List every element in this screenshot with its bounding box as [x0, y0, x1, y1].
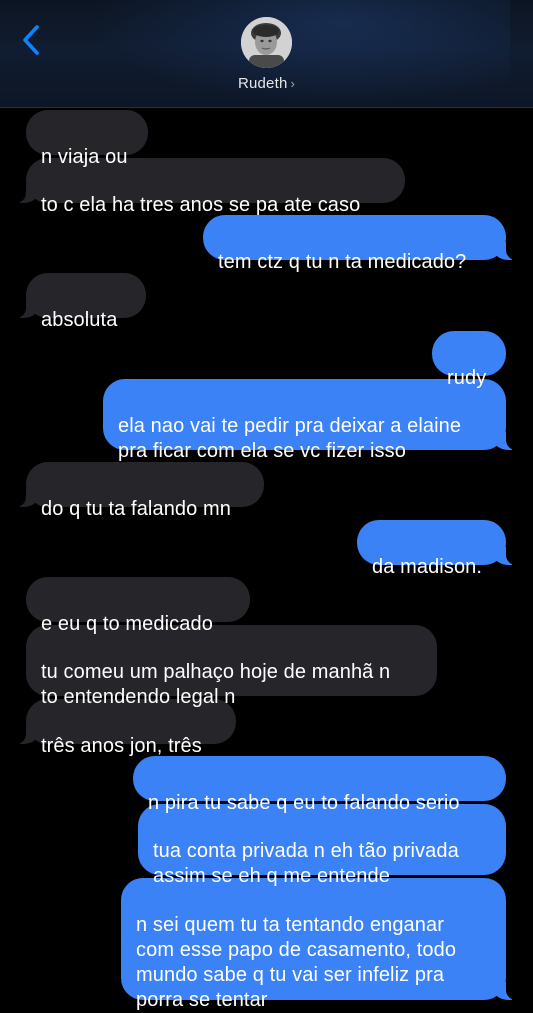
- incoming-message[interactable]: tu comeu um palhaço hoje de manhã n to e…: [26, 625, 437, 708]
- incoming-message[interactable]: n viaja ou: [26, 110, 148, 168]
- chevron-left-icon: [23, 25, 39, 55]
- message-text: três anos jon, três: [41, 735, 202, 757]
- outgoing-message[interactable]: tua conta privada n eh tão privada assim…: [138, 804, 506, 887]
- chevron-right-icon: ›: [290, 76, 296, 91]
- contact-name: Rudeth: [237, 75, 288, 92]
- outgoing-message[interactable]: n sei quem tu ta tentando enganar com es…: [121, 878, 516, 1011]
- message-text: n sei quem tu ta tentando enganar com es…: [136, 914, 457, 1011]
- message-text: rudy: [447, 367, 487, 389]
- incoming-message[interactable]: e eu q to medicado: [26, 577, 250, 635]
- message-text: e eu q to medicado: [41, 613, 213, 635]
- message-text: tu comeu um palhaço hoje de manhã n to e…: [41, 661, 391, 708]
- message-text: absoluta: [41, 309, 118, 331]
- contact-name-button[interactable]: Rudeth ›: [0, 75, 533, 92]
- incoming-message[interactable]: absoluta: [16, 273, 146, 331]
- message-text: n viaja ou: [41, 146, 128, 168]
- back-button[interactable]: [14, 20, 48, 60]
- conversation-header: Rudeth ›: [0, 0, 533, 108]
- message-text: da madison.: [372, 556, 483, 578]
- outgoing-message[interactable]: tem ctz q tu n ta medicado?: [203, 215, 516, 273]
- outgoing-message[interactable]: rudy: [432, 331, 506, 389]
- message-text: to c ela ha tres anos se pa ate caso: [41, 194, 361, 216]
- outgoing-message[interactable]: da madison.: [357, 520, 516, 578]
- message-text: n pira tu sabe q eu to falando serio: [148, 792, 460, 814]
- incoming-message[interactable]: do q tu ta falando mn: [16, 462, 264, 520]
- message-thread[interactable]: n viaja ou to c ela ha tres anos se pa a…: [0, 107, 533, 1011]
- message-text: ela nao vai te pedir pra deixar a elaine…: [118, 415, 462, 462]
- avatar-photo: [241, 17, 292, 68]
- message-text: do q tu ta falando mn: [41, 498, 232, 520]
- contact-avatar[interactable]: [241, 17, 292, 68]
- message-text: tem ctz q tu n ta medicado?: [218, 251, 467, 273]
- outgoing-message[interactable]: n pira tu sabe q eu to falando serio: [133, 756, 506, 814]
- outgoing-message[interactable]: ela nao vai te pedir pra deixar a elaine…: [103, 379, 516, 462]
